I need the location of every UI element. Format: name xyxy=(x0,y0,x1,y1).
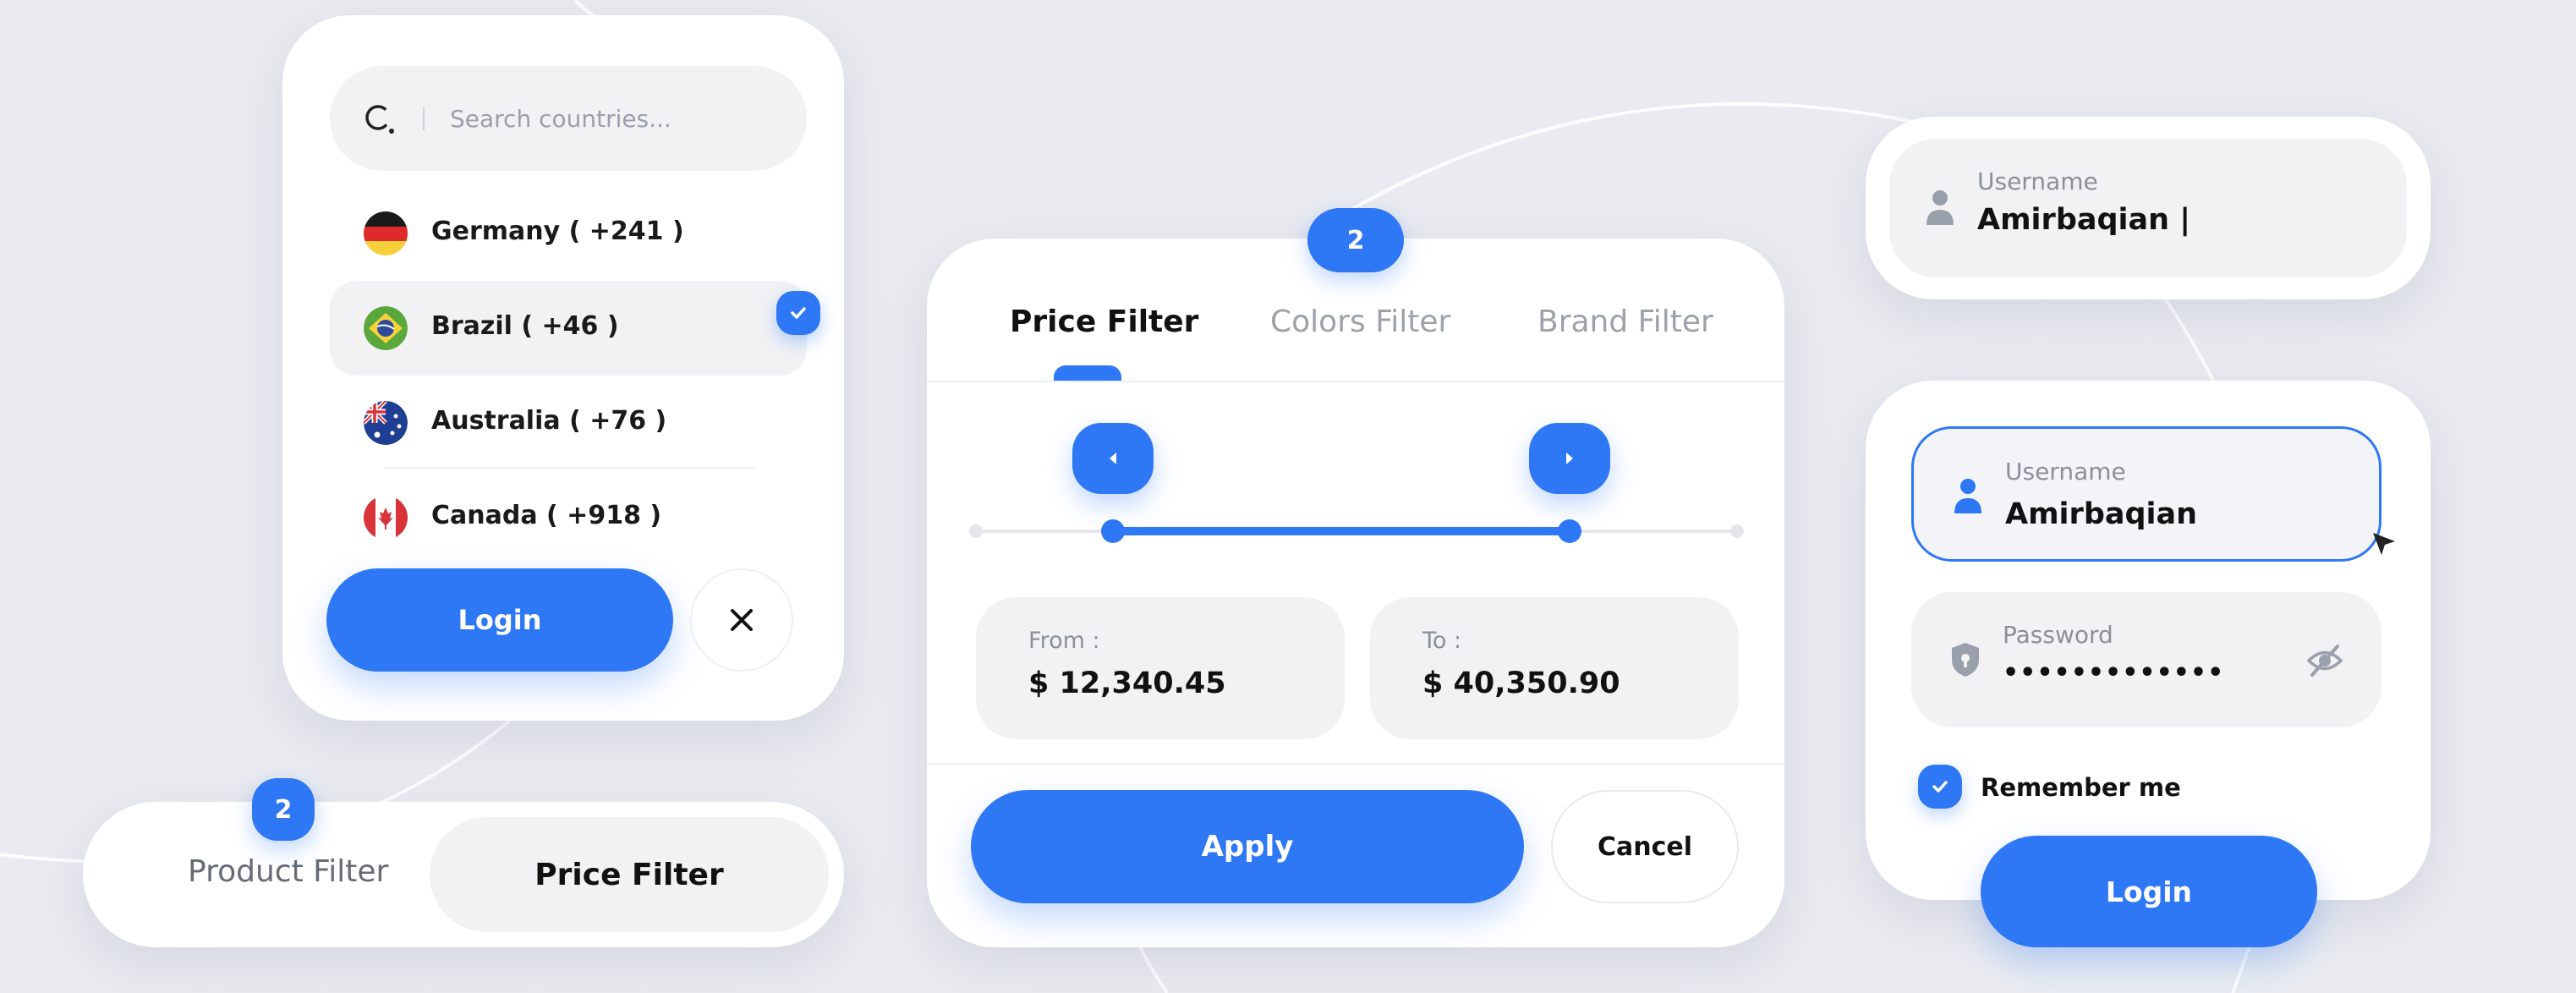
price-to-field[interactable]: To : $ 40,350.90 xyxy=(1370,597,1739,739)
country-item-australia[interactable]: Australia ( +76 ) xyxy=(330,376,807,470)
password-caption: Password xyxy=(2003,621,2113,649)
user-icon xyxy=(1927,190,1954,225)
username-field[interactable]: Username xyxy=(1911,426,2381,562)
price-to-value: $ 40,350.90 xyxy=(1422,667,1620,700)
username-value: Amirbaqian | xyxy=(1977,203,2191,237)
tabs-divider xyxy=(927,381,1784,382)
country-picker-card: Germany ( +241 ) Brazil ( +46 ) xyxy=(282,15,844,721)
mouse-cursor-icon xyxy=(2373,533,2395,555)
germany-flag-icon xyxy=(364,211,408,255)
slider-right-handle[interactable] xyxy=(1529,423,1610,494)
slider-left-handle[interactable] xyxy=(1072,423,1154,494)
username-caption: Username xyxy=(1977,167,2098,195)
slider-track-start-dot xyxy=(969,524,983,538)
chevron-right-icon xyxy=(1566,453,1573,464)
country-item-germany[interactable]: Germany ( +241 ) xyxy=(330,186,807,281)
login-button[interactable]: Login xyxy=(1981,836,2317,947)
price-filter-card: Price Filter Colors Filter Brand Filter … xyxy=(927,239,1784,947)
footer-divider xyxy=(927,763,1784,765)
tab-price-filter[interactable]: Price Filter xyxy=(1010,304,1198,339)
canada-flag-icon xyxy=(364,496,408,540)
brazil-flag-icon xyxy=(364,306,408,350)
slider-right-knob[interactable] xyxy=(1558,519,1581,543)
country-search-box[interactable] xyxy=(330,66,807,171)
tab-product-filter[interactable]: Product Filter xyxy=(188,854,388,889)
check-icon xyxy=(776,291,820,335)
price-to-caption: To : xyxy=(1422,628,1462,654)
user-icon xyxy=(1954,479,1981,513)
segment-filter-card: Product Filter Price Filter xyxy=(83,802,844,947)
tab-colors-filter[interactable]: Colors Filter xyxy=(1270,304,1450,339)
country-label: Brazil ( +46 ) xyxy=(431,311,619,341)
slider-left-knob[interactable] xyxy=(1101,519,1125,543)
price-from-field[interactable]: From : $ 12,340.45 xyxy=(976,597,1345,739)
price-filter-badge: 2 xyxy=(1307,208,1404,272)
price-range-slider[interactable] xyxy=(969,416,1744,551)
australia-flag-icon xyxy=(364,401,408,445)
cancel-button[interactable]: Cancel xyxy=(1551,790,1739,903)
active-tab-indicator xyxy=(1054,365,1121,381)
country-item-brazil[interactable]: Brazil ( +46 ) xyxy=(330,281,807,376)
slider-active-range xyxy=(1113,527,1570,535)
apply-button[interactable]: Apply xyxy=(971,790,1524,903)
list-divider xyxy=(384,467,756,469)
remember-me-checkbox[interactable] xyxy=(1918,765,1962,809)
username-field[interactable]: Username Amirbaqian | xyxy=(1889,139,2407,277)
tab-brand-filter[interactable]: Brand Filter xyxy=(1537,304,1713,339)
search-separator xyxy=(423,107,425,130)
country-item-canada[interactable]: Canada ( +918 ) xyxy=(330,470,807,565)
login-form-card: Username Password ••••••••••••• Remember… xyxy=(1866,381,2431,900)
username-input[interactable] xyxy=(2005,493,2327,535)
password-field[interactable]: Password ••••••••••••• xyxy=(1911,592,2381,727)
username-card: Username Amirbaqian | xyxy=(1866,117,2431,299)
close-icon xyxy=(731,609,753,631)
remember-me-label: Remember me xyxy=(1981,773,2181,802)
check-icon xyxy=(1932,781,1948,793)
price-from-caption: From : xyxy=(1028,628,1100,654)
close-button[interactable] xyxy=(690,568,793,672)
tab-price-filter-label: Price Filter xyxy=(534,857,724,892)
segment-filter-badge: 2 xyxy=(252,778,315,841)
password-value: ••••••••••••• xyxy=(2003,658,2225,688)
slider-track-end-dot xyxy=(1730,524,1744,538)
eye-off-icon[interactable] xyxy=(2305,641,2344,680)
chevron-left-icon xyxy=(1110,453,1116,464)
country-label: Australia ( +76 ) xyxy=(431,406,667,436)
username-caption: Username xyxy=(2005,458,2126,486)
shield-icon xyxy=(1952,643,1979,677)
tab-price-filter[interactable]: Price Filter xyxy=(430,817,829,932)
login-button[interactable]: Login xyxy=(326,568,673,672)
country-search-input[interactable] xyxy=(450,98,771,139)
country-label: Canada ( +918 ) xyxy=(431,501,662,530)
price-from-value: $ 12,340.45 xyxy=(1028,667,1226,700)
country-label: Germany ( +241 ) xyxy=(431,217,684,246)
search-icon xyxy=(365,105,394,134)
